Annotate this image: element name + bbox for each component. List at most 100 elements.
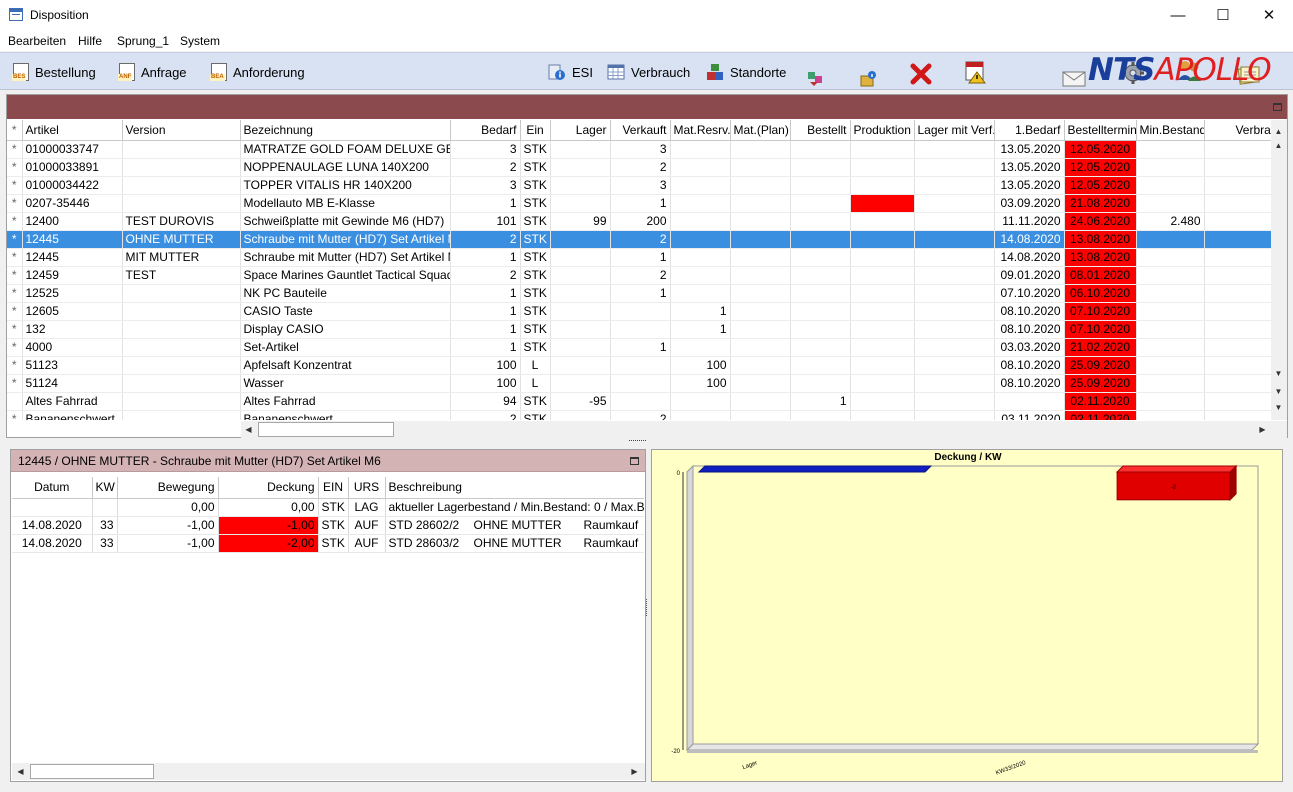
scroll-top-icon[interactable]: ▲ bbox=[1271, 124, 1286, 139]
table-row[interactable]: * 12605 CASIO Taste 1 STK 1 08.10.2020 07.10.20… bbox=[7, 302, 1271, 321]
col-header-ein[interactable]: Ein bbox=[520, 120, 551, 141]
standorte-button[interactable]: Standorte bbox=[706, 61, 786, 83]
detail-hscroll-thumb[interactable] bbox=[30, 764, 154, 779]
col-header-star[interactable]: * bbox=[7, 120, 23, 141]
col-header-bedarf[interactable]: Bedarf bbox=[450, 120, 521, 141]
detail-col-datum[interactable]: Datum bbox=[12, 477, 93, 499]
table-row[interactable]: * 4000 Set-Artikel 1 STK 1 03.03.2020 21.02.202… bbox=[7, 338, 1271, 357]
cell-bestellt bbox=[790, 194, 851, 213]
detail-cell-urs: LAG bbox=[348, 498, 386, 517]
cell-bestelltermin: 07.10.2020 bbox=[1064, 302, 1137, 321]
anforderung-button[interactable]: BEA Anforderung bbox=[210, 61, 305, 83]
detail-col-bewegung[interactable]: Bewegung bbox=[117, 477, 219, 499]
maximize-button[interactable]: ☐ bbox=[1200, 0, 1246, 31]
col-header-min-bestand[interactable]: Min.Bestand bbox=[1136, 120, 1205, 141]
table-row[interactable]: * 51123 Apfelsaft Konzentrat 100 L 100 08.10.2… bbox=[7, 356, 1271, 375]
esi-button[interactable]: ESI bbox=[548, 61, 593, 83]
table-row[interactable]: * 01000034422 TOPPER VITALIS HR 140X200 3 ST… bbox=[7, 176, 1271, 195]
detail-maximize-icon[interactable] bbox=[630, 457, 639, 465]
menu-sprung-1[interactable]: Sprung_1 bbox=[117, 34, 169, 48]
scroll-right-icon[interactable]: ▶ bbox=[1255, 422, 1270, 437]
beschreibung-version: OHNE MUTTER bbox=[473, 536, 562, 550]
table-row[interactable]: * 12459 TEST Space Marines Gauntlet Tactica… bbox=[7, 266, 1271, 285]
scroll-page-down-icon[interactable]: ▼ bbox=[1271, 384, 1286, 399]
table-row[interactable]: Altes Fahrrad Altes Fahrrad 94 STK -95 1 02.11… bbox=[7, 392, 1271, 411]
vertical-splitter-grip[interactable]: ········· bbox=[642, 598, 652, 616]
col-header-verbrauch[interactable]: Verbrauch/M bbox=[1204, 120, 1271, 141]
mail-icon[interactable] bbox=[1062, 70, 1086, 88]
bestellung-label: Bestellung bbox=[35, 64, 96, 80]
col-header-lager[interactable]: Lager bbox=[550, 120, 611, 141]
col-header-bezeichnung[interactable]: Bezeichnung bbox=[240, 120, 451, 141]
col-header-mat-plan[interactable]: Mat.(Plan) bbox=[730, 120, 791, 141]
detail-scroll-right-icon[interactable]: ▶ bbox=[627, 764, 642, 779]
detail-col-urs[interactable]: URS bbox=[348, 477, 386, 499]
col-header-lager-mit-verf[interactable]: Lager mit Verf. bbox=[914, 120, 995, 141]
anfrage-button[interactable]: ANF Anfrage bbox=[118, 61, 187, 83]
col-header-1-bedarf[interactable]: 1.Bedarf bbox=[994, 120, 1065, 141]
scroll-page-up-icon[interactable]: ▲ bbox=[1271, 138, 1286, 153]
cell-bestelltermin: 25.09.2020 bbox=[1064, 374, 1137, 393]
detail-row[interactable]: 0,00 0,00 STK LAG aktueller Lagerbestand / M… bbox=[12, 498, 644, 517]
table-row[interactable]: * 0207-35446 Modellauto MB E-Klasse 1 STK 1 03… bbox=[7, 194, 1271, 213]
detail-cell-kw: 33 bbox=[92, 534, 118, 553]
col-header-artikel[interactable]: Artikel bbox=[22, 120, 123, 141]
scroll-down-icon[interactable]: ▼ bbox=[1271, 366, 1286, 381]
cell-ein: STK bbox=[520, 410, 551, 420]
col-header-bestelltermin[interactable]: Bestelltermin bbox=[1064, 120, 1137, 141]
verbrauch-button[interactable]: Verbrauch bbox=[607, 61, 690, 83]
cell-version: OHNE MUTTER bbox=[122, 230, 241, 249]
cell-lager-verf bbox=[914, 194, 995, 213]
bestellung-button[interactable]: BES Bestellung bbox=[12, 61, 96, 83]
menu-hilfe[interactable]: Hilfe bbox=[78, 34, 102, 48]
table-row[interactable]: * 51124 Wasser 100 L 100 08.10.2020 25.09.2020 bbox=[7, 374, 1271, 393]
detail-col-beschreibung[interactable]: Beschreibung bbox=[385, 477, 644, 499]
table-row[interactable]: * 12445 OHNE MUTTER Schraube mit Mutter (HD… bbox=[7, 230, 1271, 249]
table-row[interactable]: * 01000033891 NOPPENAULAGE LUNA 140X200 2 ST… bbox=[7, 158, 1271, 177]
cell-lager bbox=[550, 176, 611, 195]
minimize-button[interactable]: — bbox=[1155, 0, 1201, 31]
detail-row[interactable]: 14.08.2020 33 -1,00 -1,00 STK AUF STD 28602/2 O… bbox=[12, 516, 644, 535]
detail-row[interactable]: 14.08.2020 33 -1,00 -2,00 STK AUF STD 28603/2 O… bbox=[12, 534, 644, 553]
col-header-produktion[interactable]: Produktion bbox=[850, 120, 915, 141]
cell-bedarf: 2 bbox=[450, 410, 521, 420]
table-row[interactable]: * 12445 MIT MUTTER Schraube mit Mutter (HD7… bbox=[7, 248, 1271, 267]
col-header-mat-resrv[interactable]: Mat.Resrv. bbox=[670, 120, 731, 141]
panel-maximize-icon[interactable] bbox=[1273, 103, 1282, 111]
col-header-verkauft[interactable]: Verkauft bbox=[610, 120, 671, 141]
col-header-bestellt[interactable]: Bestellt bbox=[790, 120, 851, 141]
detail-col-deckung[interactable]: Deckung bbox=[218, 477, 319, 499]
detail-scroll-left-icon[interactable]: ◀ bbox=[13, 764, 28, 779]
close-button[interactable]: ✕ bbox=[1246, 0, 1292, 31]
table-row[interactable]: * Bananenschwert Bananenschwert 2 STK 2 03.11.… bbox=[7, 410, 1271, 420]
menu-system[interactable]: System bbox=[180, 34, 220, 48]
cubes-arrow-icon[interactable] bbox=[806, 70, 824, 88]
standorte-label: Standorte bbox=[730, 64, 787, 80]
menu-bearbeiten[interactable]: Bearbeiten bbox=[8, 34, 66, 48]
detail-horizontal-scrollbar[interactable]: ◀ ▶ bbox=[12, 763, 645, 780]
cell-ein: STK bbox=[520, 158, 551, 177]
calendar-warning-icon[interactable] bbox=[965, 60, 987, 84]
grid-vertical-scrollbar[interactable]: ▲ ▲ ▼ ▼ ▼ bbox=[1271, 120, 1287, 420]
delete-x-icon[interactable] bbox=[910, 63, 932, 85]
scroll-left-icon[interactable]: ◀ bbox=[241, 422, 256, 437]
cell-artikel: 01000034422 bbox=[22, 176, 123, 195]
cell-mat-plan bbox=[730, 230, 791, 249]
detail-col-ein[interactable]: EIN bbox=[318, 477, 349, 499]
cell-bestelltermin: 13.08.2020 bbox=[1064, 230, 1137, 249]
table-row[interactable]: * 01000033747 MATRATZE GOLD FOAM DELUXE GE… bbox=[7, 140, 1271, 159]
cell-lager bbox=[550, 140, 611, 159]
col-header-version[interactable]: Version bbox=[122, 120, 241, 141]
cell-verkauft: 2 bbox=[610, 410, 671, 420]
cell-mat-resrv bbox=[670, 140, 731, 159]
box-info-icon[interactable] bbox=[859, 70, 877, 88]
scroll-bottom-icon[interactable]: ▼ bbox=[1271, 400, 1286, 415]
table-row[interactable]: * 132 Display CASIO 1 STK 1 08.10.2020 07.10.20… bbox=[7, 320, 1271, 339]
table-row[interactable]: * 12400 TEST DUROVIS Schweißplatte mit Gewi… bbox=[7, 212, 1271, 231]
detail-col-kw[interactable]: KW bbox=[92, 477, 118, 499]
hscroll-thumb[interactable] bbox=[258, 422, 394, 437]
cell-bestelltermin: 02.11.2020 bbox=[1064, 392, 1137, 411]
grid-horizontal-scrollbar[interactable]: ◀ ▶ bbox=[241, 421, 1287, 438]
table-row[interactable]: * 12525 NK PC Bauteile 1 STK 1 07.10.2020 06.10… bbox=[7, 284, 1271, 303]
horizontal-splitter-grip[interactable]: ········· bbox=[628, 436, 647, 445]
